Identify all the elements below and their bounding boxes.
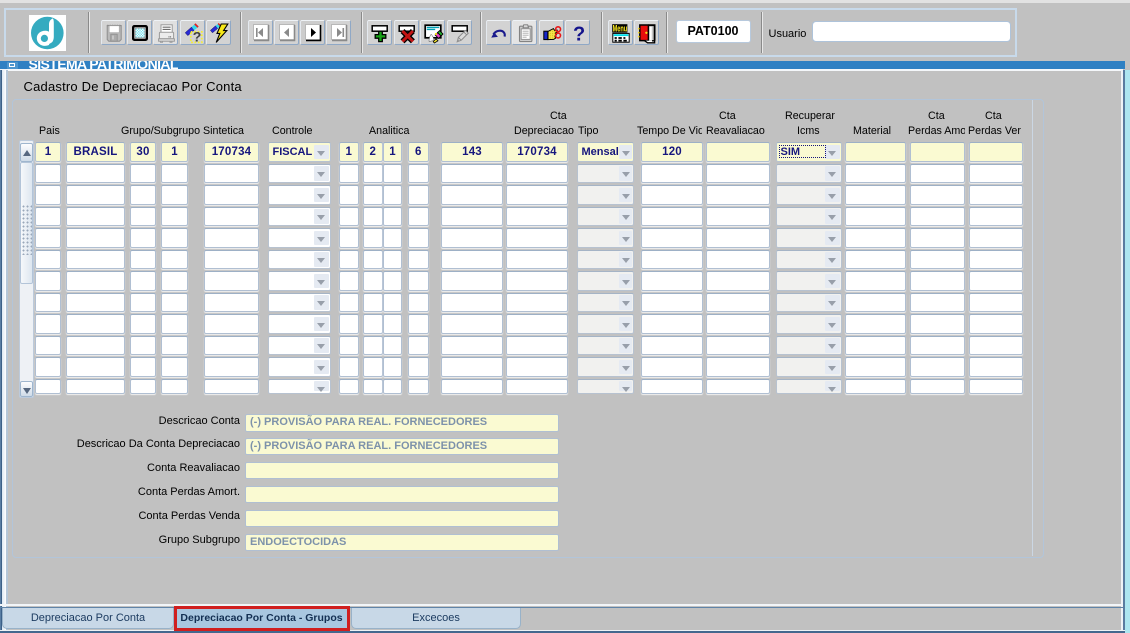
svg-text:Menu: Menu [612, 23, 627, 34]
svg-text:?: ? [192, 29, 201, 44]
svg-text:?: ? [573, 23, 585, 44]
